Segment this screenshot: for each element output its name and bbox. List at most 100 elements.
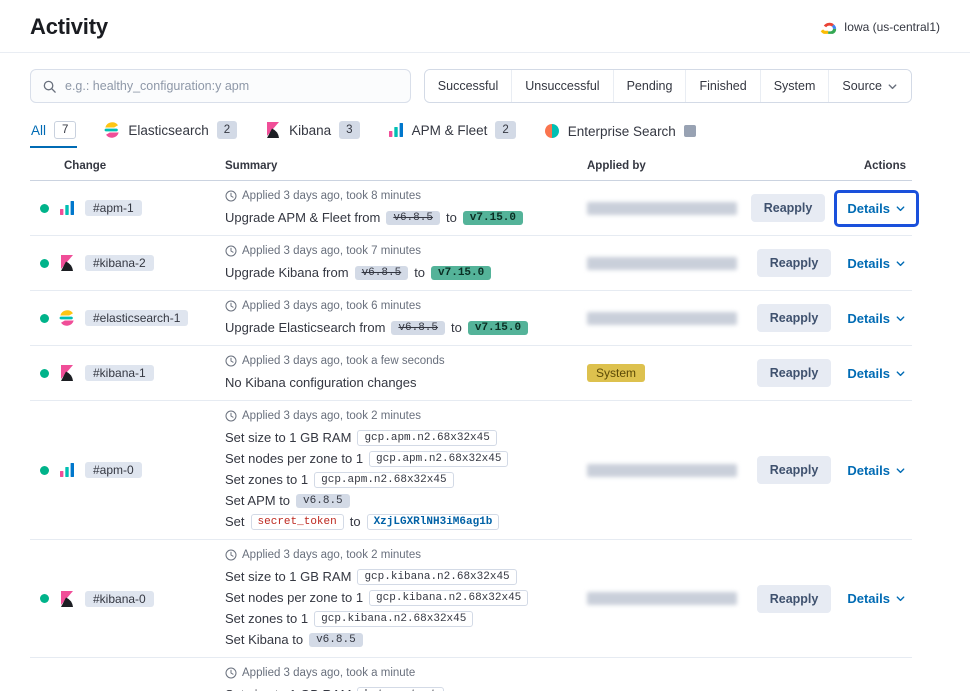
column-header-change: Change	[30, 160, 225, 172]
column-header-applied-by: Applied by	[577, 160, 747, 172]
filter-group: Successful Unsuccessful Pending Finished Sys…	[424, 69, 912, 103]
apm-icon	[59, 200, 75, 216]
filter-button-successful[interactable]: Successful	[425, 70, 511, 102]
activity-page: Activity Iowa (us-central1) SuccessfulUn…	[0, 0, 970, 691]
table-body: #apm-1 Applied 3 days ago, took 8 minutes…	[30, 181, 912, 691]
applied-meta: Applied 3 days ago, took 7 minutes	[225, 243, 569, 259]
chevron-down-icon	[895, 465, 906, 476]
filter-button-unsuccessful[interactable]: Unsuccessful	[511, 70, 612, 102]
main-content: Successful Unsuccessful Pending Finished Sys…	[30, 69, 912, 691]
change-cell: #apm-1	[30, 200, 225, 216]
summary-line: Set zones to 1gcp.apm.n2.68x32x45	[225, 469, 569, 490]
details-button[interactable]: Details	[845, 362, 908, 385]
clock-icon	[225, 300, 237, 312]
chevron-down-icon	[895, 203, 906, 214]
config-code-badge: hot_content	[357, 687, 444, 691]
details-label: Details	[847, 463, 890, 478]
column-header-summary: Summary	[225, 160, 577, 172]
summary-cell: Applied 3 days ago, took 2 minutesSet si…	[225, 406, 577, 534]
summary-text: Set nodes per zone to 1	[225, 590, 363, 605]
status-dot	[40, 466, 49, 475]
tab-kibana[interactable]: Kibana3	[264, 115, 360, 148]
tab-enterprise-search[interactable]: Enterprise Search	[543, 117, 697, 148]
tab-elasticsearch[interactable]: Elasticsearch2	[103, 115, 238, 148]
reapply-button[interactable]: Reapply	[757, 359, 832, 387]
filter-label: Pending	[627, 79, 673, 93]
applied-meta-text: Applied 3 days ago, took 2 minutes	[242, 410, 421, 422]
kibana-icon	[59, 591, 75, 607]
summary-cell: Applied 3 days ago, took a minuteSet siz…	[225, 663, 577, 691]
filter-button-pending[interactable]: Pending	[613, 70, 686, 102]
tab-count-placeholder	[684, 125, 696, 137]
tab-label: APM & Fleet	[412, 123, 488, 138]
filter-label: Finished	[699, 79, 746, 93]
details-button[interactable]: Details	[845, 197, 908, 220]
details-label: Details	[847, 201, 890, 216]
change-id-badge: #apm-1	[85, 200, 142, 216]
reapply-button[interactable]: Reapply	[757, 249, 832, 277]
actions-cell: Reapply Details	[747, 249, 912, 277]
reapply-button[interactable]: Reapply	[757, 585, 832, 613]
config-code-badge: gcp.kibana.n2.68x32x45	[314, 611, 473, 627]
tab-label: Enterprise Search	[568, 124, 676, 139]
tab-apm-fleet[interactable]: APM & Fleet2	[387, 115, 517, 148]
apm-icon	[388, 122, 404, 138]
status-dot	[40, 204, 49, 213]
summary-text: to	[451, 320, 462, 335]
details-button[interactable]: Details	[845, 307, 908, 330]
summary-cell: Applied 3 days ago, took 8 minutesUpgrad…	[225, 186, 577, 230]
config-code-badge: gcp.apm.n2.68x32x45	[369, 451, 508, 467]
table-row: #kibana-1 Applied 3 days ago, took a few …	[30, 346, 912, 401]
details-button[interactable]: Details	[845, 459, 908, 482]
change-cell: #kibana-0	[30, 591, 225, 607]
filter-button-system[interactable]: System	[760, 70, 829, 102]
tab-all[interactable]: All7	[30, 115, 77, 148]
summary-line: Set APM tov6.8.5	[225, 490, 569, 511]
search-input[interactable]	[65, 79, 399, 93]
filter-label: Successful	[438, 79, 498, 93]
summary-text: to	[414, 265, 425, 280]
secret-token-badge: secret_token	[251, 514, 344, 530]
chevron-down-icon	[887, 81, 898, 92]
summary-text: Upgrade Kibana from	[225, 265, 349, 280]
table-row: #apm-0Applied 3 days ago, took 2 minutes…	[30, 401, 912, 540]
applied-meta: Applied 3 days ago, took a few seconds	[225, 353, 569, 369]
details-label: Details	[847, 591, 890, 606]
reapply-button[interactable]: Reapply	[751, 194, 826, 222]
config-code-badge: gcp.kibana.n2.68x32x45	[369, 590, 528, 606]
config-code-badge: gcp.apm.n2.68x32x45	[314, 472, 453, 488]
status-dot	[40, 594, 49, 603]
applied-by-cell	[577, 202, 747, 215]
summary-line: Set nodes per zone to 1 gcp.kibana.n2.68x…	[225, 587, 569, 608]
redacted-email	[587, 312, 737, 325]
clock-icon	[225, 190, 237, 202]
summary-text: Set size to 1 GB RAM	[225, 687, 351, 691]
status-dot	[40, 259, 49, 268]
activity-table: ChangeSummaryApplied byActions #apm-1App…	[30, 154, 912, 691]
summary-line: Set nodes per zone to 1gcp.apm.n2.68x32x…	[225, 448, 569, 469]
change-id-badge: #kibana-0	[85, 591, 154, 607]
summary-line: Upgrade Elasticsearch fromv6.8.5tov7.15.…	[225, 317, 569, 338]
filter-button-source[interactable]: Source	[828, 70, 911, 102]
summary-text: to	[350, 514, 361, 529]
table-row: Applied 3 days ago, took a minuteSet siz…	[30, 658, 912, 691]
config-code-badge: gcp.apm.n2.68x32x45	[357, 430, 496, 446]
summary-cell: Applied 3 days ago, took 6 minutesUpgrad…	[225, 296, 577, 340]
summary-cell: Applied 3 days ago, took a few secondsNo…	[225, 351, 577, 395]
redacted-email	[587, 464, 737, 477]
elasticsearch-icon	[59, 310, 75, 326]
applied-meta-text: Applied 3 days ago, took 7 minutes	[242, 245, 421, 257]
details-button[interactable]: Details	[845, 252, 908, 275]
details-button[interactable]: Details	[845, 587, 908, 610]
tab-count-badge: 3	[339, 121, 359, 139]
reapply-button[interactable]: Reapply	[757, 456, 832, 484]
chevron-down-icon	[895, 593, 906, 604]
filter-label: Source	[842, 79, 882, 93]
reapply-button[interactable]: Reapply	[757, 304, 832, 332]
details-label: Details	[847, 256, 890, 271]
summary-text: Set Kibana to	[225, 632, 303, 647]
filter-button-finished[interactable]: Finished	[685, 70, 759, 102]
applied-by-cell: System	[577, 364, 747, 382]
change-id-badge: #kibana-1	[85, 365, 154, 381]
apm-icon	[59, 462, 75, 478]
